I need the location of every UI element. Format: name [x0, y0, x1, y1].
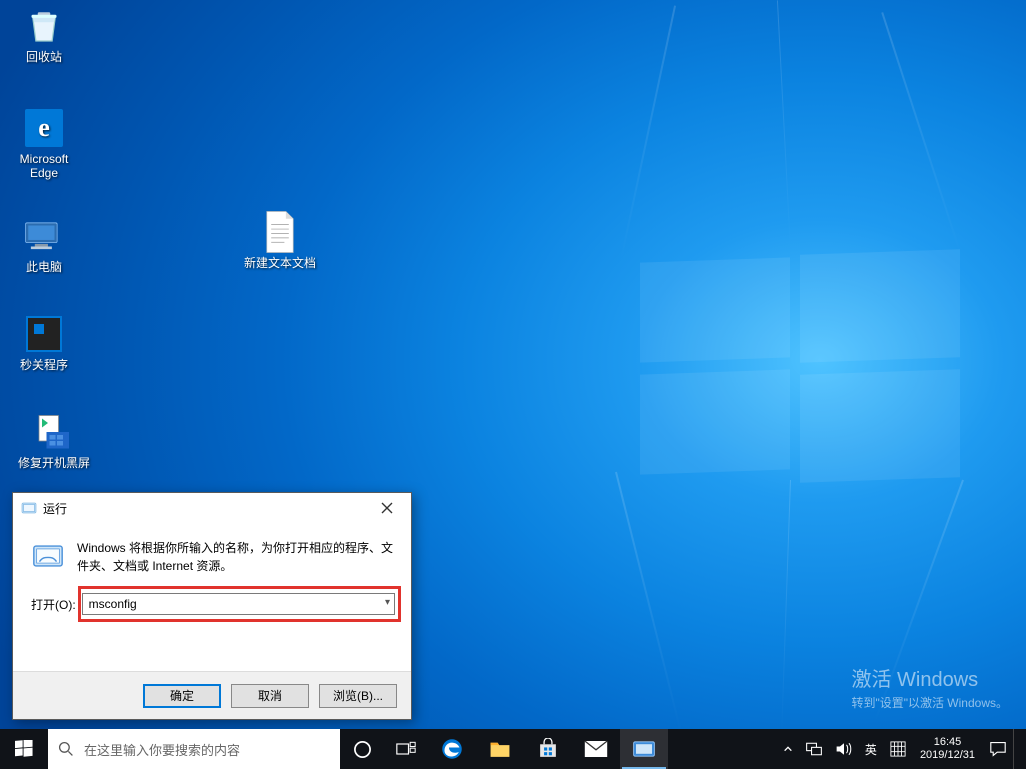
taskbar: 在这里输入你要搜索的内容	[0, 729, 1026, 769]
tray-date: 2019/12/31	[920, 749, 975, 762]
run-button-row: 确定 取消 浏览(B)...	[13, 671, 411, 719]
close-button[interactable]	[365, 494, 409, 522]
taskbar-search[interactable]: 在这里输入你要搜索的内容	[48, 729, 340, 769]
cortana-icon	[353, 740, 372, 759]
wallpaper-ray	[620, 5, 676, 260]
watermark-subtitle: 转到"设置"以激活 Windows。	[851, 694, 1008, 711]
wallpaper-ray	[881, 12, 962, 255]
tray-time: 16:45	[934, 736, 962, 749]
taskbar-app-run[interactable]	[620, 729, 668, 769]
tray-action-center-button[interactable]	[983, 729, 1013, 769]
run-message: Windows 将根据你所输入的名称，为你打开相应的程序、文件夹、文档或 Int…	[77, 539, 395, 575]
wallpaper-pane	[800, 249, 960, 363]
action-center-icon	[989, 741, 1007, 757]
run-title: 运行	[43, 500, 365, 517]
tray-clock[interactable]: 16:45 2019/12/31	[912, 729, 983, 769]
run-combobox[interactable]: msconfig ▾	[82, 593, 395, 615]
tray-overflow-button[interactable]	[777, 729, 799, 769]
text-document-icon	[258, 212, 302, 252]
wallpaper-pane	[640, 257, 790, 362]
run-dialog-big-icon	[31, 539, 65, 573]
wallpaper-pane	[800, 369, 960, 483]
tray-network-button[interactable]	[799, 729, 829, 769]
cortana-button[interactable]	[340, 729, 384, 769]
desktop-icon-recycle-bin[interactable]: 回收站	[6, 6, 82, 64]
taskbar-app-explorer[interactable]	[476, 729, 524, 769]
run-app-icon	[632, 739, 656, 759]
chevron-up-icon	[783, 744, 793, 754]
desktop-icon-label: 回收站	[6, 50, 82, 64]
wallpaper-pane	[640, 369, 790, 474]
start-button[interactable]	[0, 729, 48, 769]
search-icon	[58, 741, 74, 757]
run-dialog-icon	[21, 500, 37, 516]
desktop-icon-edge[interactable]: e Microsoft Edge	[6, 108, 82, 180]
tray-ime-keyboard[interactable]	[884, 729, 912, 769]
search-placeholder: 在这里输入你要搜索的内容	[84, 740, 240, 759]
desktop-icon-label: Microsoft Edge	[6, 152, 82, 180]
run-dialog: 运行 Windows 将根据你所输入的名称，为你打开相应的程序、文件夹、文档或 …	[12, 492, 412, 720]
desktop-icon-label: 秒关程序	[6, 358, 82, 372]
desktop-icon-this-pc[interactable]: 此电脑	[6, 216, 82, 274]
watermark-title: 激活 Windows	[851, 663, 1008, 692]
close-icon	[381, 502, 393, 514]
run-input-value: msconfig	[89, 597, 137, 611]
recycle-bin-icon	[22, 6, 66, 46]
desktop-icon-label: 修复开机黑屏	[6, 456, 102, 470]
wallpaper-ray	[615, 472, 682, 734]
tray-ime-lang[interactable]: 英	[859, 729, 884, 769]
system-tray: 英 16:45 2019/12/31	[777, 729, 1026, 769]
chevron-down-icon: ▾	[385, 597, 390, 608]
wallpaper-ray	[777, 0, 791, 250]
wallpaper-ray	[781, 480, 791, 740]
mail-icon	[584, 740, 608, 758]
volume-icon	[835, 741, 853, 757]
desktop-icon-text-doc[interactable]: 新建文本文档	[232, 212, 328, 270]
run-titlebar[interactable]: 运行	[13, 493, 411, 523]
browse-button[interactable]: 浏览(B)...	[319, 684, 397, 708]
tray-volume-button[interactable]	[829, 729, 859, 769]
fix-blackscreen-icon	[32, 412, 76, 452]
taskbar-app-mail[interactable]	[572, 729, 620, 769]
desktop-icon-fix-blackscreen[interactable]: 修复开机黑屏	[6, 412, 102, 470]
desktop-icon-label: 新建文本文档	[232, 256, 328, 270]
edge-icon: e	[22, 108, 66, 148]
desktop[interactable]: 回收站 e Microsoft Edge 此电脑 秒关程序 修复开机黑屏 新建文…	[0, 0, 1026, 769]
desktop-icon-shutdown-app[interactable]: 秒关程序	[6, 314, 82, 372]
network-icon	[805, 741, 823, 757]
cancel-button[interactable]: 取消	[231, 684, 309, 708]
desktop-icon-label: 此电脑	[6, 260, 82, 274]
keyboard-icon	[890, 741, 906, 757]
edge-icon	[440, 737, 464, 761]
ok-button[interactable]: 确定	[143, 684, 221, 708]
store-icon	[537, 738, 559, 760]
activation-watermark: 激活 Windows 转到"设置"以激活 Windows。	[851, 663, 1008, 711]
taskbar-app-edge[interactable]	[428, 729, 476, 769]
task-view-button[interactable]	[384, 729, 428, 769]
this-pc-icon	[22, 216, 66, 256]
windows-logo-icon	[15, 740, 33, 758]
shutdown-app-icon	[22, 314, 66, 354]
file-explorer-icon	[489, 739, 511, 759]
run-open-label: 打开(O):	[31, 596, 76, 613]
taskbar-app-store[interactable]	[524, 729, 572, 769]
show-desktop-button[interactable]	[1013, 729, 1026, 769]
task-view-icon	[396, 741, 416, 757]
